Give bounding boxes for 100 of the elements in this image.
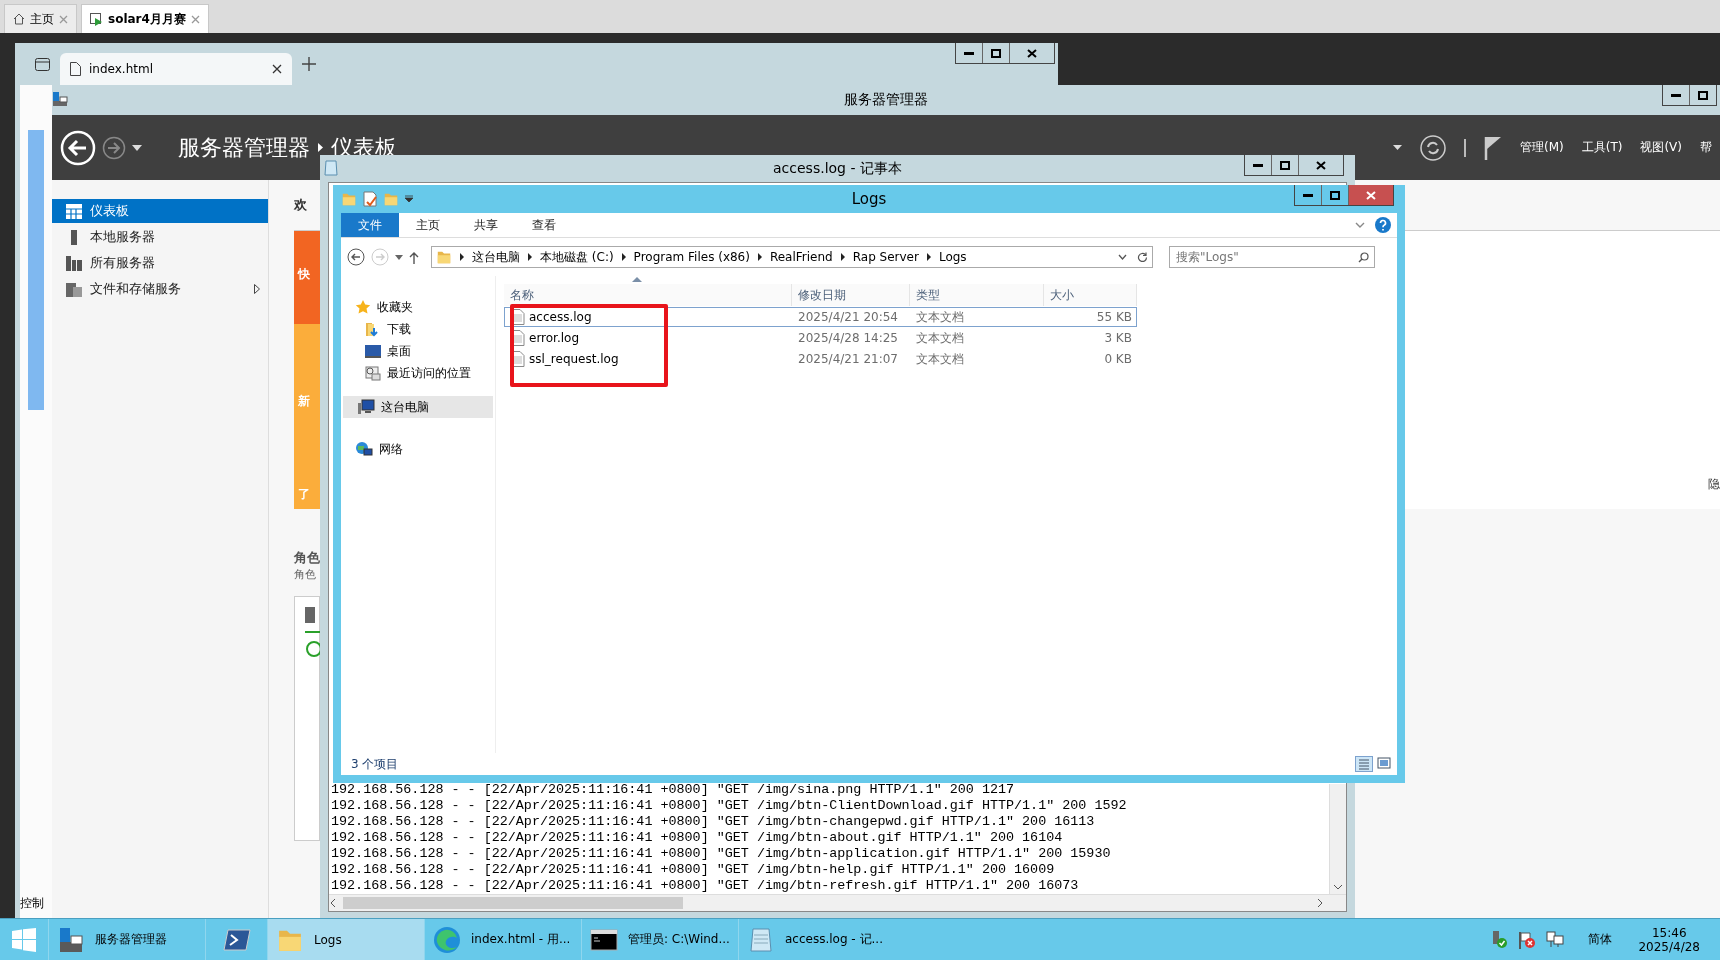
- taskbar-item[interactable]: Logs: [267, 919, 424, 960]
- taskbar-item[interactable]: index.html - 用...: [424, 919, 581, 960]
- column-header[interactable]: 修改日期: [792, 284, 910, 306]
- chevron-icon[interactable]: [460, 253, 464, 261]
- sidebar-item[interactable]: 仪表板: [52, 199, 268, 223]
- scrollbar-thumb[interactable]: [343, 897, 683, 909]
- hide-link[interactable]: 隐: [1708, 476, 1720, 493]
- properties-icon[interactable]: [363, 191, 377, 207]
- close-icon[interactable]: [272, 64, 282, 74]
- nav-item[interactable]: 这台电脑: [343, 396, 493, 418]
- breadcrumb-item[interactable]: 服务器管理器: [178, 132, 310, 163]
- windows-icon: [12, 927, 36, 952]
- window-title: access.log - 记事本: [773, 159, 902, 178]
- close-icon: [1366, 190, 1376, 200]
- menu-item[interactable]: 工具(T): [1581, 139, 1623, 156]
- taskbar-item[interactable]: 服务器管理器: [48, 919, 205, 960]
- maximize-icon: [1280, 160, 1290, 170]
- address-bar[interactable]: 这台电脑 本地磁盘 (C:) Program Files (x86) RealFriend Rap Server Logs: [431, 246, 1153, 268]
- network-icon[interactable]: [1546, 930, 1565, 949]
- menu-item[interactable]: 帮: [1700, 139, 1712, 156]
- minimize-icon: [964, 51, 974, 55]
- console-icon: [590, 927, 618, 952]
- search-field[interactable]: 搜索"Logs": [1169, 246, 1375, 268]
- nav-item[interactable]: 收藏夹: [341, 296, 495, 318]
- expand-ribbon-icon[interactable]: [1355, 222, 1365, 228]
- log-line: 192.168.56.128 - - [22/Apr/2025:11:16:41 +0800] "GET /img/btn-application.gif HTTP/1.1" 200 15930: [331, 846, 1112, 862]
- sidebar-item[interactable]: 本地服务器: [52, 225, 268, 249]
- clock[interactable]: 15:46 2025/4/28: [1638, 925, 1700, 954]
- dropdown-icon[interactable]: [405, 195, 413, 203]
- notepad-icon: [324, 160, 338, 176]
- device-ok-icon[interactable]: [1490, 930, 1509, 949]
- nav-item[interactable]: 网络: [341, 438, 495, 460]
- welcome-heading: 欢: [294, 196, 307, 214]
- file-row[interactable]: ssl_request.log 2025/4/21 21:07 文本文档 0 KB: [504, 349, 1137, 369]
- home-icon: [13, 13, 25, 25]
- storage-icon: [66, 281, 82, 297]
- taskbar-item[interactable]: access.log - 记...: [738, 919, 895, 960]
- flag-error-icon[interactable]: [1518, 930, 1537, 949]
- column-header[interactable]: 大小: [1044, 284, 1137, 306]
- dashboard-icon: [66, 203, 82, 219]
- sidebar-icon[interactable]: [35, 57, 50, 71]
- vertical-scrollbar[interactable]: [1329, 784, 1346, 894]
- expand-arrow-icon[interactable]: [254, 284, 260, 294]
- star-icon: [355, 299, 371, 315]
- refresh-icon[interactable]: [1137, 251, 1148, 263]
- sidebar-item[interactable]: 文件和存储服务: [52, 277, 268, 301]
- input-method[interactable]: 简体: [1588, 931, 1613, 948]
- file-row[interactable]: access.log 2025/4/21 20:54 文本文档 55 KB: [504, 307, 1137, 327]
- chevron-icon[interactable]: [757, 253, 762, 261]
- new-tab-icon[interactable]: [302, 57, 316, 71]
- roles-subtitle: 角色: [294, 567, 317, 582]
- ribbon-tab[interactable]: 主页: [399, 213, 457, 237]
- nav-item[interactable]: 下载: [341, 318, 495, 340]
- horizontal-scrollbar[interactable]: [329, 894, 1346, 911]
- folder-icon: [436, 249, 452, 265]
- column-header[interactable]: 名称: [504, 284, 792, 306]
- close-icon: [1027, 48, 1037, 58]
- ribbon-tab[interactable]: 文件: [341, 213, 399, 237]
- browser-tab[interactable]: solar4月月赛: [81, 4, 209, 33]
- up-arrow-icon[interactable]: [409, 250, 419, 264]
- server-icon: [305, 607, 315, 623]
- chevron-icon[interactable]: [621, 253, 626, 261]
- minimize-icon: [1671, 93, 1681, 97]
- terminal-icon: [222, 927, 251, 952]
- back-icon[interactable]: [347, 248, 365, 266]
- taskbar-item[interactable]: 管理员: C:\Wind...: [581, 919, 738, 960]
- chevron-icon: [318, 143, 323, 152]
- maximize-icon: [1698, 90, 1708, 100]
- log-line: 192.168.56.128 - - [22/Apr/2025:11:16:41 +0800] "GET /img/btn-help.gif HTTP/1.1" 200 16009: [331, 862, 1056, 878]
- menu-item[interactable]: 管理(M): [1520, 139, 1564, 156]
- minimize-icon: [1303, 193, 1313, 197]
- column-header[interactable]: 类型: [910, 284, 1044, 306]
- nav-item[interactable]: 桌面: [341, 340, 495, 362]
- file-row[interactable]: error.log 2025/4/28 14:25 文本文档 3 KB: [504, 328, 1137, 348]
- window-title: Logs: [851, 190, 887, 208]
- thumbnail-view-icon[interactable]: [1377, 756, 1391, 770]
- help-icon[interactable]: [1375, 217, 1391, 233]
- dropdown-icon[interactable]: [1118, 254, 1127, 260]
- new-folder-icon: [383, 191, 399, 207]
- sidebar-item[interactable]: 所有服务器: [52, 251, 268, 275]
- roles-heading: 角色: [294, 549, 321, 567]
- browser-icon: [433, 925, 461, 954]
- ribbon-tab[interactable]: 共享: [457, 213, 515, 237]
- nav-item[interactable]: 最近访问的位置: [341, 362, 495, 384]
- flag-icon[interactable]: [1484, 135, 1502, 160]
- ribbon-tab[interactable]: 查看: [515, 213, 573, 237]
- dropdown-icon[interactable]: [395, 254, 403, 260]
- role-tile[interactable]: [294, 596, 320, 841]
- menu-item[interactable]: 视图(V): [1640, 139, 1682, 156]
- browser-tab[interactable]: 主页: [4, 4, 77, 33]
- dropdown-icon[interactable]: [132, 144, 142, 151]
- dropdown-icon[interactable]: [1393, 145, 1402, 150]
- log-line: 192.168.56.128 - - [22/Apr/2025:11:16:41 +0800] "GET /img/sina.png HTTP/1.1" 200 1217: [331, 782, 1016, 798]
- chevron-icon[interactable]: [840, 253, 845, 261]
- log-line: 192.168.56.128 - - [22/Apr/2025:11:16:41 +0800] "GET /img/btn-about.gif HTTP/1.1" 200 16104: [331, 830, 1064, 846]
- chevron-icon[interactable]: [528, 253, 532, 261]
- server-manager-icon: [57, 925, 85, 954]
- browser-tab[interactable]: index.html: [60, 53, 292, 85]
- chevron-icon[interactable]: [926, 253, 931, 261]
- forward-icon[interactable]: [102, 135, 126, 160]
